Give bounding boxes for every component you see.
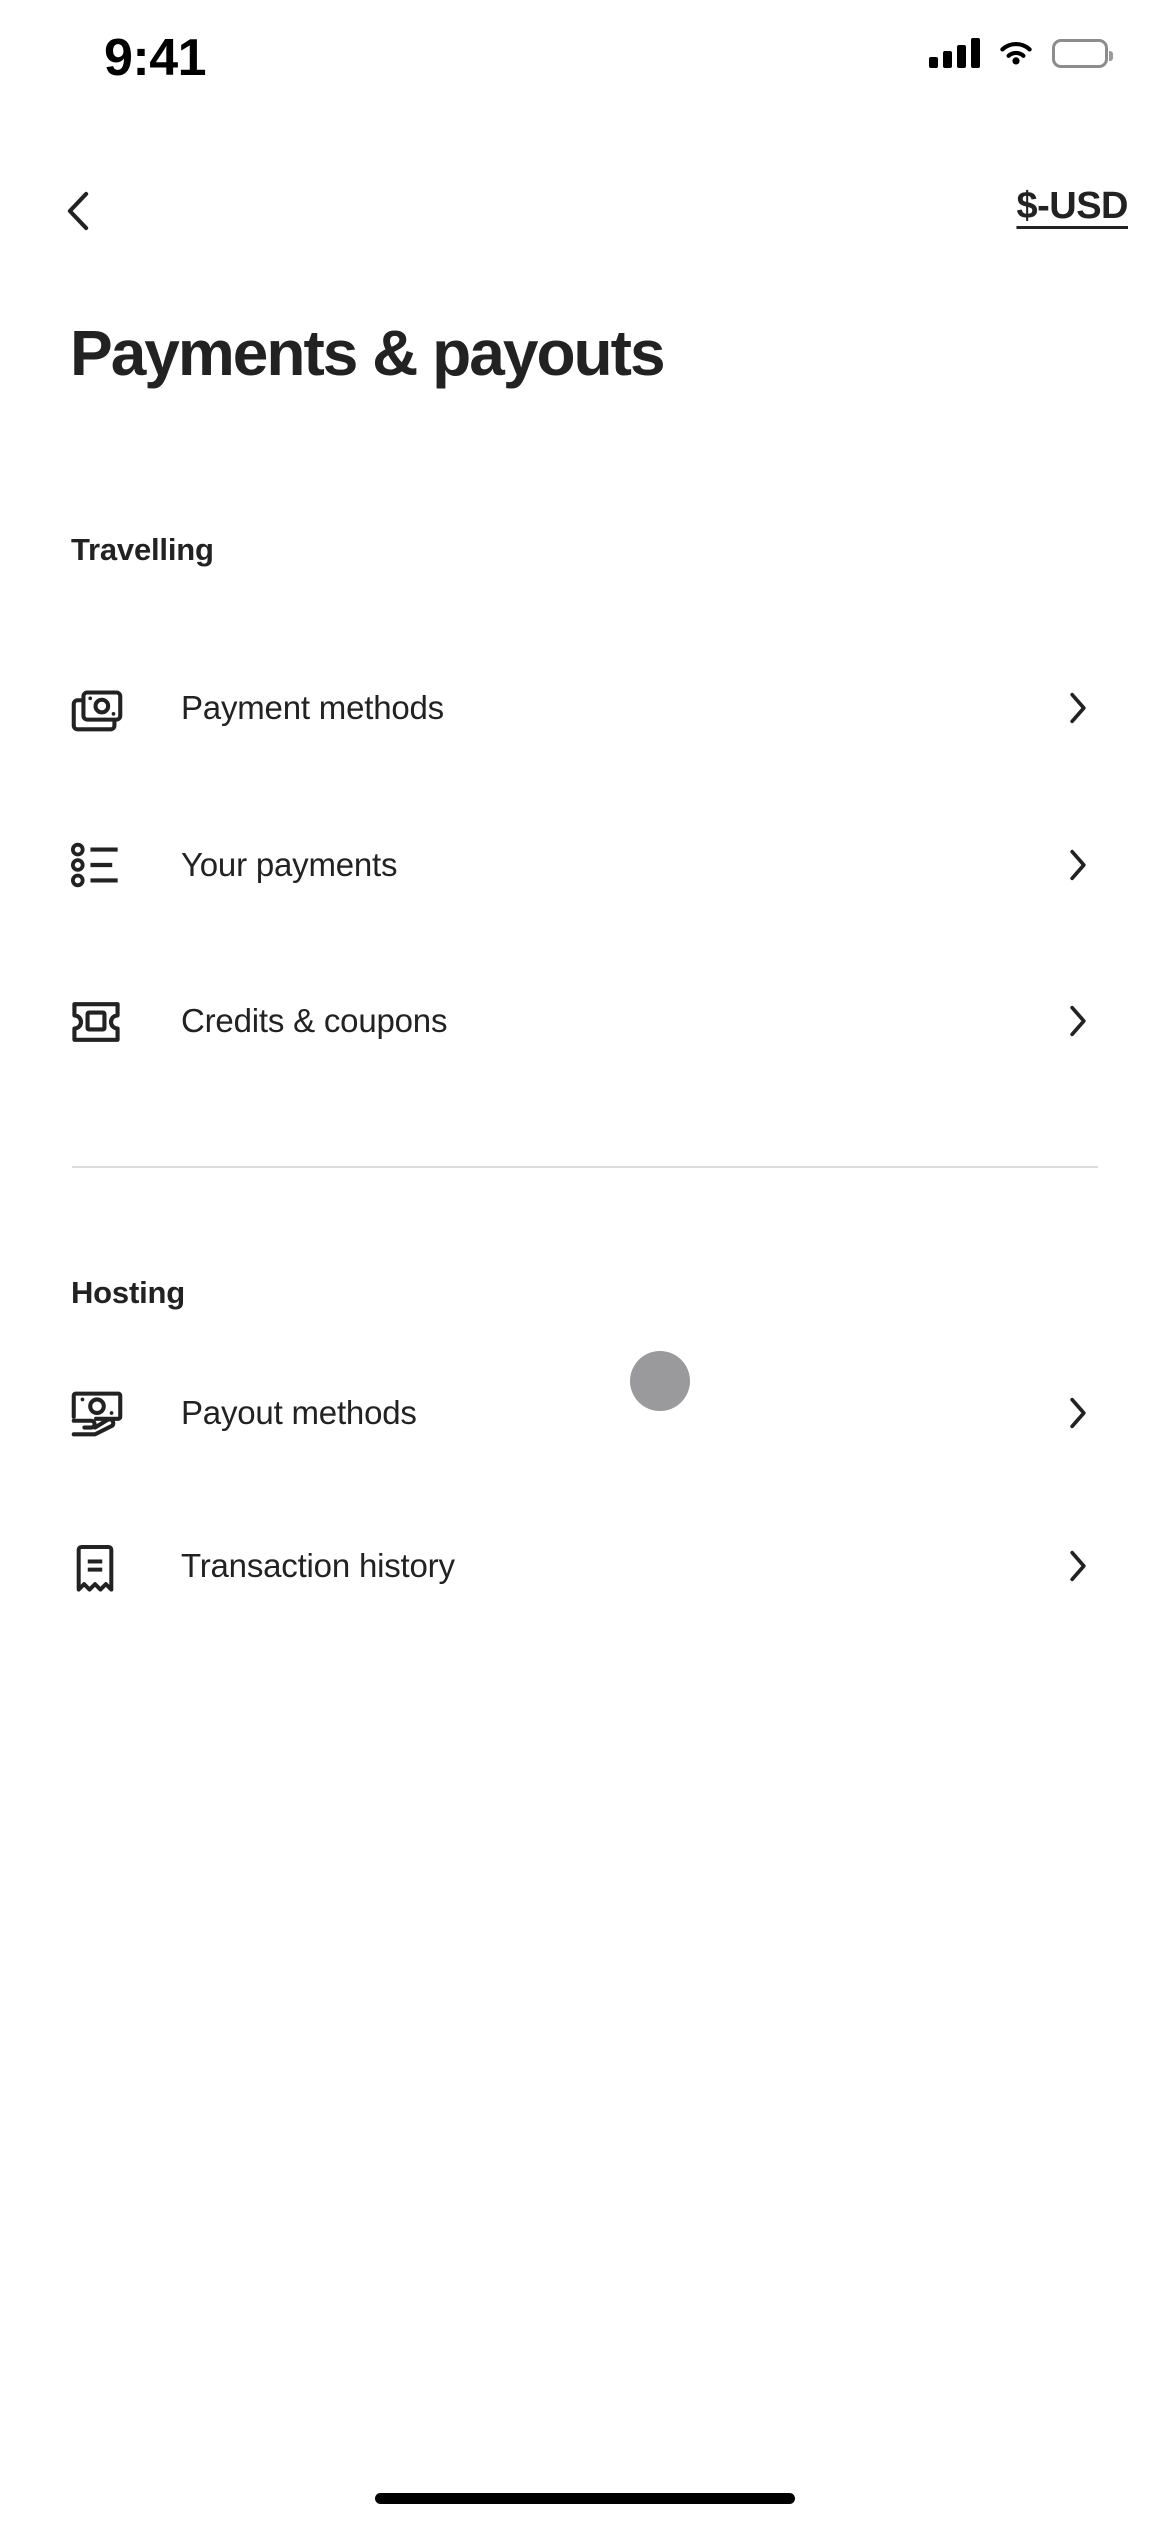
chevron-right-icon [1048,1549,1108,1583]
chevron-right-icon [1048,1396,1108,1430]
top-navigation-bar: $-USD [0,175,1170,255]
list-item-label: Payout methods [181,1394,417,1431]
section-divider [72,1166,1098,1168]
status-bar-time: 9:41 [103,29,207,87]
banknotes-icon [66,670,142,746]
section-header-hosting: Hosting [71,1275,185,1310]
list-item-credits-coupons[interactable]: Credits & coupons [40,973,1130,1069]
cellular-signal-icon [929,38,980,68]
home-indicator[interactable] [375,2493,795,2504]
ticket-icon [66,983,142,1059]
wifi-icon [996,38,1036,68]
page-title: Payments & payouts [70,317,666,389]
currency-selector-link[interactable]: $-USD [1016,185,1128,228]
status-bar-icons [929,32,1113,74]
list-item-payout-methods[interactable]: Payout methods [40,1365,1130,1461]
chevron-right-icon [1048,691,1108,725]
section-header-travelling: Travelling [71,532,214,567]
touch-point-indicator [630,1351,690,1411]
payments-and-payouts-screen: 9:41 $-USD Payments & payouts Travelling… [0,0,1170,2532]
battery-full-icon [1052,38,1113,68]
list-item-label: Payment methods [181,689,444,726]
list-item-label: Credits & coupons [181,1002,448,1039]
list-item-label: Your payments [181,846,398,883]
list-item-label: Transaction history [181,1547,455,1584]
list-item-transaction-history[interactable]: Transaction history [40,1518,1130,1614]
list-item-your-payments[interactable]: Your payments [40,817,1130,913]
chevron-left-icon [65,190,91,237]
chevron-right-icon [1048,848,1108,882]
chevron-right-icon [1048,1004,1108,1038]
list-bullet-icon [66,827,142,903]
receipt-icon [66,1528,142,1604]
status-bar: 9:41 [0,0,1170,110]
list-item-payment-methods[interactable]: Payment methods [40,660,1130,756]
back-button[interactable] [40,175,116,251]
hand-holding-money-icon [66,1375,142,1451]
